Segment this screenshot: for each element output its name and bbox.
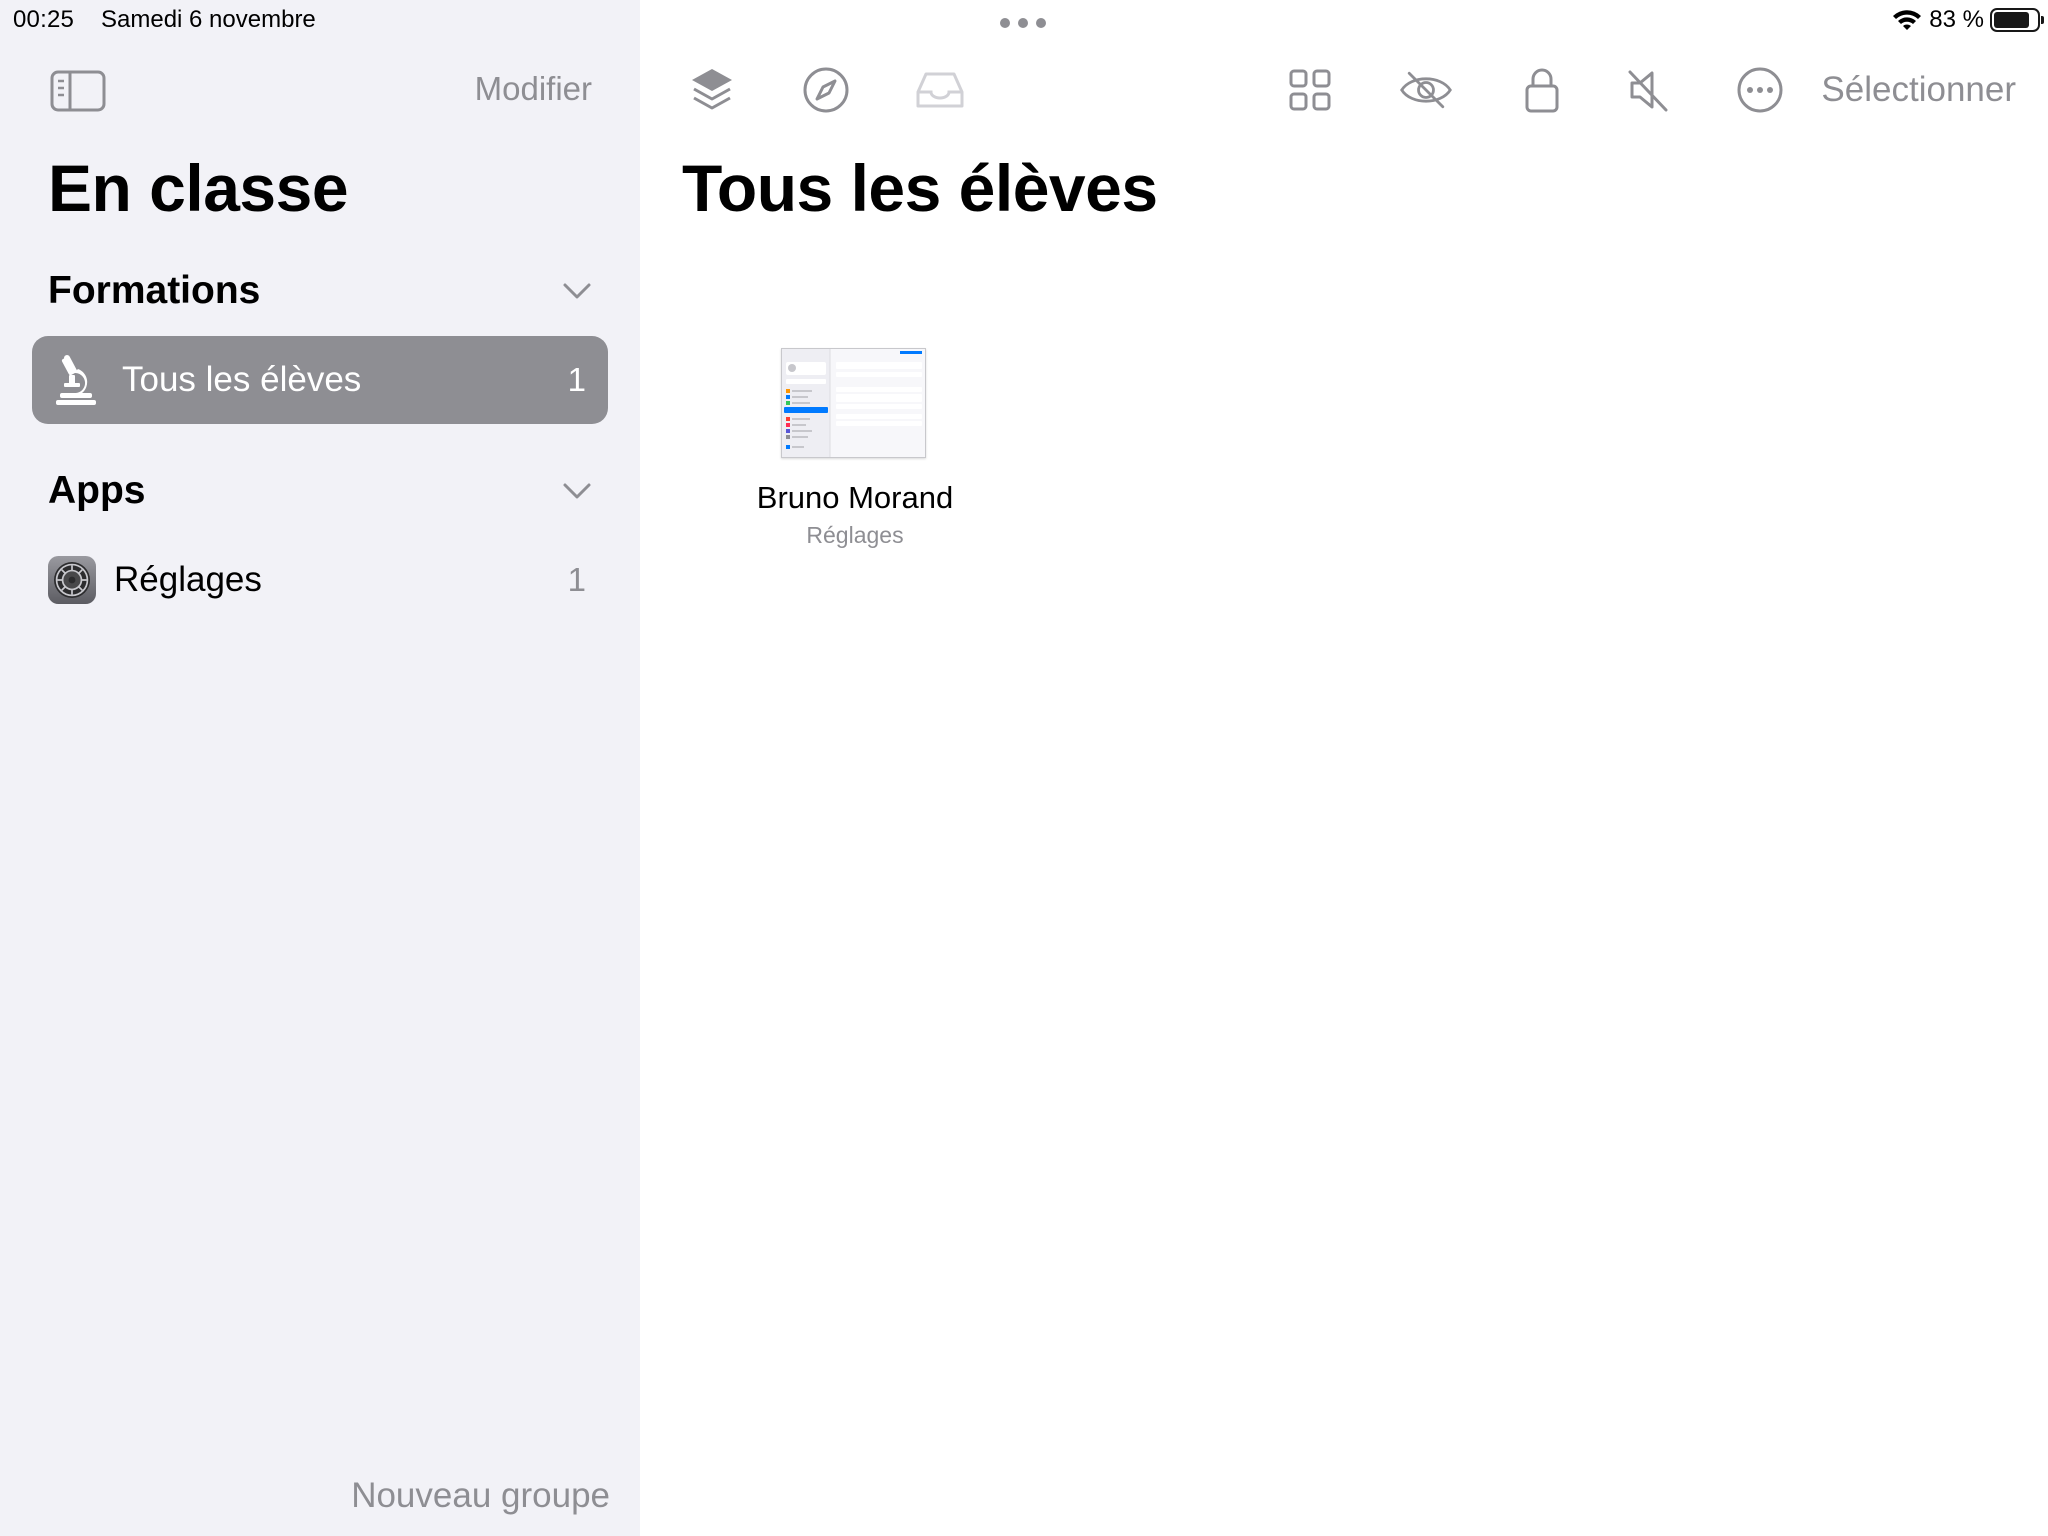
student-current-app: Réglages <box>806 522 904 548</box>
microscope-icon <box>52 352 100 408</box>
ellipsis-circle-icon[interactable] <box>1732 62 1788 118</box>
status-indicators: 83 % <box>1891 5 2044 35</box>
student-name: Bruno Morand <box>756 480 954 515</box>
sidebar-item-reglages[interactable]: Réglages 1 <box>32 536 608 624</box>
page-title: Tous les élèves <box>682 151 1158 225</box>
section-header-apps[interactable]: Apps <box>48 466 608 516</box>
status-time: 00:25 <box>13 6 75 33</box>
tray-icon[interactable] <box>912 62 968 118</box>
battery-percentage: 83 % <box>1929 6 1984 33</box>
wifi-icon <box>1893 10 1922 30</box>
status-date: Samedi 6 novembre <box>101 6 316 33</box>
section-label: Apps <box>48 469 146 512</box>
lock-icon[interactable] <box>1514 62 1570 118</box>
multitasking-dots-icon[interactable] <box>1000 18 1048 30</box>
grid-icon[interactable] <box>1282 62 1338 118</box>
app-window: 00:25 Samedi 6 novembre Modifier En clas… <box>0 0 2048 1536</box>
section-label: Formations <box>48 269 261 312</box>
sidebar: 00:25 Samedi 6 novembre Modifier En clas… <box>0 0 640 1536</box>
sidebar-item-count: 1 <box>567 561 586 598</box>
sidebar-item-label: Tous les élèves <box>122 360 362 399</box>
settings-app-icon <box>48 552 96 608</box>
mute-icon[interactable] <box>1620 62 1676 118</box>
layers-icon[interactable] <box>684 62 740 118</box>
chevron-down-icon <box>563 483 591 499</box>
battery-icon <box>1990 8 2044 32</box>
sidebar-item-count: 1 <box>567 361 586 398</box>
eye-slash-icon[interactable] <box>1398 62 1454 118</box>
sidebar-toggle-icon[interactable] <box>50 70 106 112</box>
select-button[interactable]: Sélectionner <box>1821 70 2016 110</box>
edit-button[interactable]: Modifier <box>475 70 592 108</box>
section-header-formations[interactable]: Formations <box>48 266 608 316</box>
sidebar-item-label: Réglages <box>114 560 262 599</box>
sidebar-title: En classe <box>48 151 349 225</box>
sidebar-item-tous-les-eleves[interactable]: Tous les élèves 1 <box>32 336 608 424</box>
student-screen-thumbnail <box>781 348 926 458</box>
compass-icon[interactable] <box>798 62 854 118</box>
main-content: 83 % Sélectionner Tous les élèves Bruno … <box>640 0 2048 1536</box>
chevron-down-icon <box>563 283 591 299</box>
new-group-button[interactable]: Nouveau groupe <box>351 1476 610 1516</box>
student-tile[interactable]: Bruno Morand Réglages <box>740 342 970 562</box>
